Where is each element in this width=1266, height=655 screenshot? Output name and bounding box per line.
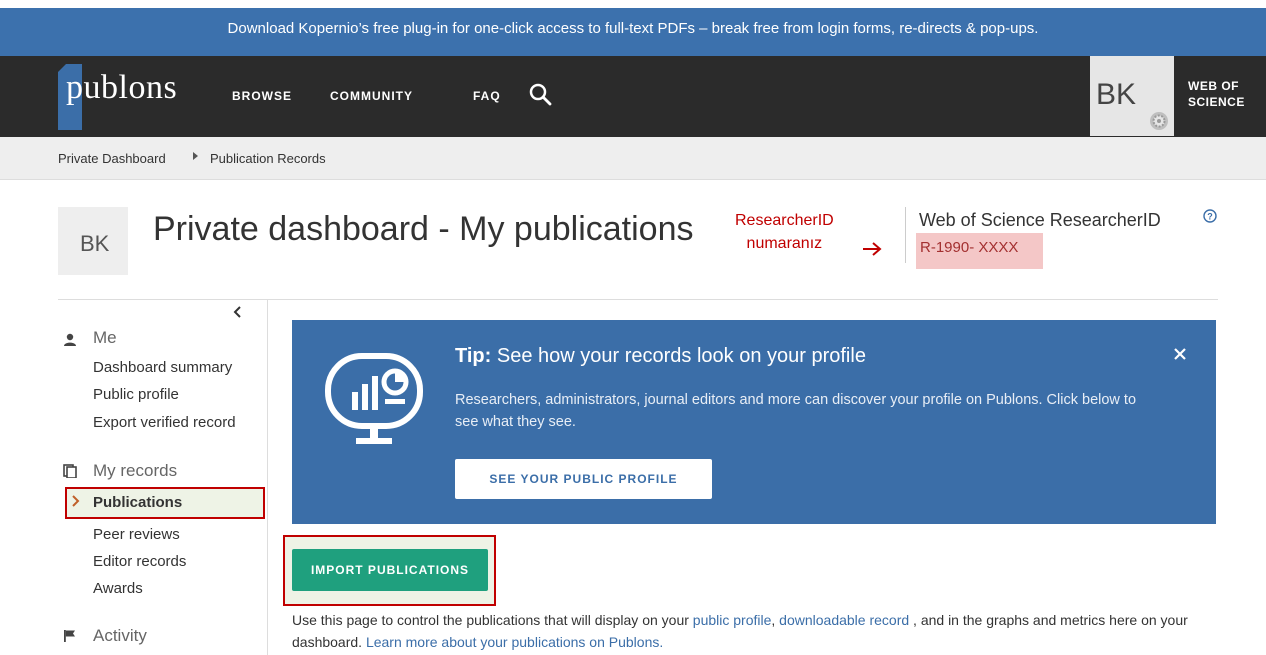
desc-part1: Use this page to control the publication…: [292, 612, 693, 628]
close-icon[interactable]: [1172, 346, 1188, 362]
dashboard-monitor-icon: [325, 353, 423, 444]
page-avatar: BK: [58, 207, 128, 275]
gear-icon[interactable]: [1148, 110, 1170, 132]
desc-part2: ,: [771, 612, 780, 628]
breadcrumb-private-dashboard[interactable]: Private Dashboard: [58, 151, 166, 166]
promo-banner[interactable]: Download Kopernio’s free plug-in for one…: [0, 0, 1266, 56]
arrow-right-icon: [863, 242, 882, 256]
sidebar-item-editor-records[interactable]: Editor records: [93, 553, 186, 570]
records-icon: [63, 464, 77, 478]
sidebar-section-activity[interactable]: Activity: [93, 626, 147, 646]
tip-title-rest: See how your records look on your profil…: [491, 345, 866, 367]
logo-text: publons: [66, 69, 178, 106]
promo-banner-text[interactable]: Download Kopernio’s free plug-in for one…: [228, 20, 1039, 37]
annotation-line1: ResearcherID: [735, 212, 834, 229]
annotation-researcherid: ResearcherID numaranız: [735, 209, 834, 255]
tip-body: Researchers, administrators, journal edi…: [455, 392, 1137, 430]
breadcrumb-publication-records: Publication Records: [210, 151, 326, 166]
tip-title-prefix: Tip:: [455, 345, 492, 367]
sidebar-item-export-verified-record[interactable]: Export verified record: [93, 414, 236, 431]
user-icon: [64, 333, 76, 346]
user-initials: BK: [1096, 78, 1137, 111]
sidebar-item-public-profile[interactable]: Public profile: [93, 386, 179, 403]
researcherid-value: R-1990- XXXX: [920, 239, 1019, 256]
breadcrumb: Private Dashboard Publication Records: [0, 137, 1266, 180]
sidebar-item-peer-reviews[interactable]: Peer reviews: [93, 526, 180, 543]
header-divider: [58, 299, 1218, 300]
logo-flag: [58, 64, 66, 72]
top-navbar: publons BROWSE COMMUNITY FAQ BK WEB OF S…: [0, 56, 1266, 137]
researcherid-highlight: R-1990- XXXX: [916, 233, 1043, 269]
sidebar-section-my-records: My records: [93, 461, 178, 480]
import-publications-button[interactable]: IMPORT PUBLICATIONS: [292, 549, 488, 591]
sidebar-item-dashboard-summary[interactable]: Dashboard summary: [93, 359, 232, 376]
sidebar-item-awards[interactable]: Awards: [93, 580, 143, 597]
see-public-profile-button[interactable]: SEE YOUR PUBLIC PROFILE: [455, 459, 712, 499]
wos-line1: WEB OF: [1188, 79, 1239, 93]
collapse-sidebar-icon[interactable]: [232, 305, 244, 319]
chevron-right-icon: [72, 495, 80, 507]
sidebar-divider: [267, 300, 268, 655]
search-icon[interactable]: [528, 82, 552, 106]
web-of-science-logo[interactable]: WEB OF SCIENCE: [1188, 78, 1245, 110]
nav-community[interactable]: COMMUNITY: [330, 89, 413, 103]
publications-description: Use this page to control the publication…: [292, 609, 1192, 653]
sidebar-section-me: Me: [93, 328, 117, 347]
sidebar-item-publications[interactable]: Publications: [93, 494, 182, 511]
breadcrumb-separator-icon: [193, 152, 198, 160]
tip-card: Tip: See how your records look on your p…: [292, 320, 1216, 524]
page-avatar-initials: BK: [80, 231, 110, 256]
researcherid-label: Web of Science ResearcherID: [919, 210, 1161, 230]
downloadable-record-link[interactable]: downloadable record: [779, 612, 909, 628]
rid-divider: [905, 207, 906, 263]
annotation-line2: numaranız: [746, 235, 823, 252]
help-icon[interactable]: ?: [1203, 209, 1217, 223]
public-profile-link[interactable]: public profile: [693, 612, 772, 628]
publons-logo[interactable]: publons: [58, 56, 208, 136]
nav-browse[interactable]: BROWSE: [232, 89, 292, 103]
svg-text:?: ?: [1207, 212, 1213, 222]
page-title: Private dashboard - My publications: [153, 210, 694, 248]
user-avatar[interactable]: BK: [1090, 56, 1174, 136]
wos-line2: SCIENCE: [1188, 95, 1245, 109]
flag-icon: [64, 630, 75, 642]
nav-faq[interactable]: FAQ: [473, 89, 501, 103]
tip-title: Tip: See how your records look on your p…: [455, 345, 866, 368]
learn-more-link[interactable]: Learn more about your publications on Pu…: [366, 634, 663, 650]
